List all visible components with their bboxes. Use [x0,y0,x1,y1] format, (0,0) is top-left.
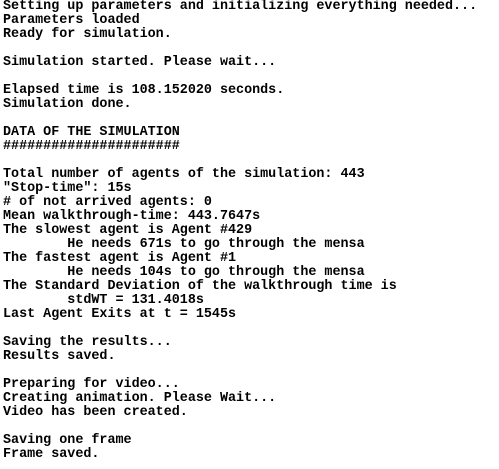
console-line: The slowest agent is Agent #429 [3,223,253,238]
console-line: Total number of agents of the simulation… [3,167,365,182]
console-line: Mean walkthrough-time: 443.7647s [3,209,261,224]
console-line: Simulation done. [3,97,132,112]
console-line: He needs 671s to go through the mensa [3,237,365,252]
console-line: Parameters loaded [3,13,140,28]
console-line: Preparing for video... [3,377,180,392]
console-line: Last Agent Exits at t = 1545s [3,307,237,322]
console-line: Saving one frame [3,433,132,448]
console-line: Ready for simulation. [3,27,172,42]
console-line: Frame saved. [3,447,100,462]
console-line: Saving the results... [3,335,172,350]
console-line: Creating animation. Please Wait... [3,391,277,406]
console-line: DATA OF THE SIMULATION [3,125,180,140]
console-line: He needs 104s to go through the mensa [3,265,365,280]
console-line: "Stop-time": 15s [3,181,132,196]
console-output: Setting up parameters and initializing e… [3,0,477,462]
console-line: Elapsed time is 108.152020 seconds. [3,83,285,98]
console-line: Simulation started. Please wait... [3,55,277,70]
console-line: Results saved. [3,349,116,364]
console-line: # of not arrived agents: 0 [3,195,212,210]
console-line: ###################### [3,139,180,154]
console-line: Video has been created. [3,405,188,420]
console-line: stdWT = 131.4018s [3,293,204,308]
console-line: The fastest agent is Agent #1 [3,251,237,266]
console-line: Setting up parameters and initializing e… [3,0,478,14]
console-line: The Standard Deviation of the walkthroug… [3,279,397,294]
